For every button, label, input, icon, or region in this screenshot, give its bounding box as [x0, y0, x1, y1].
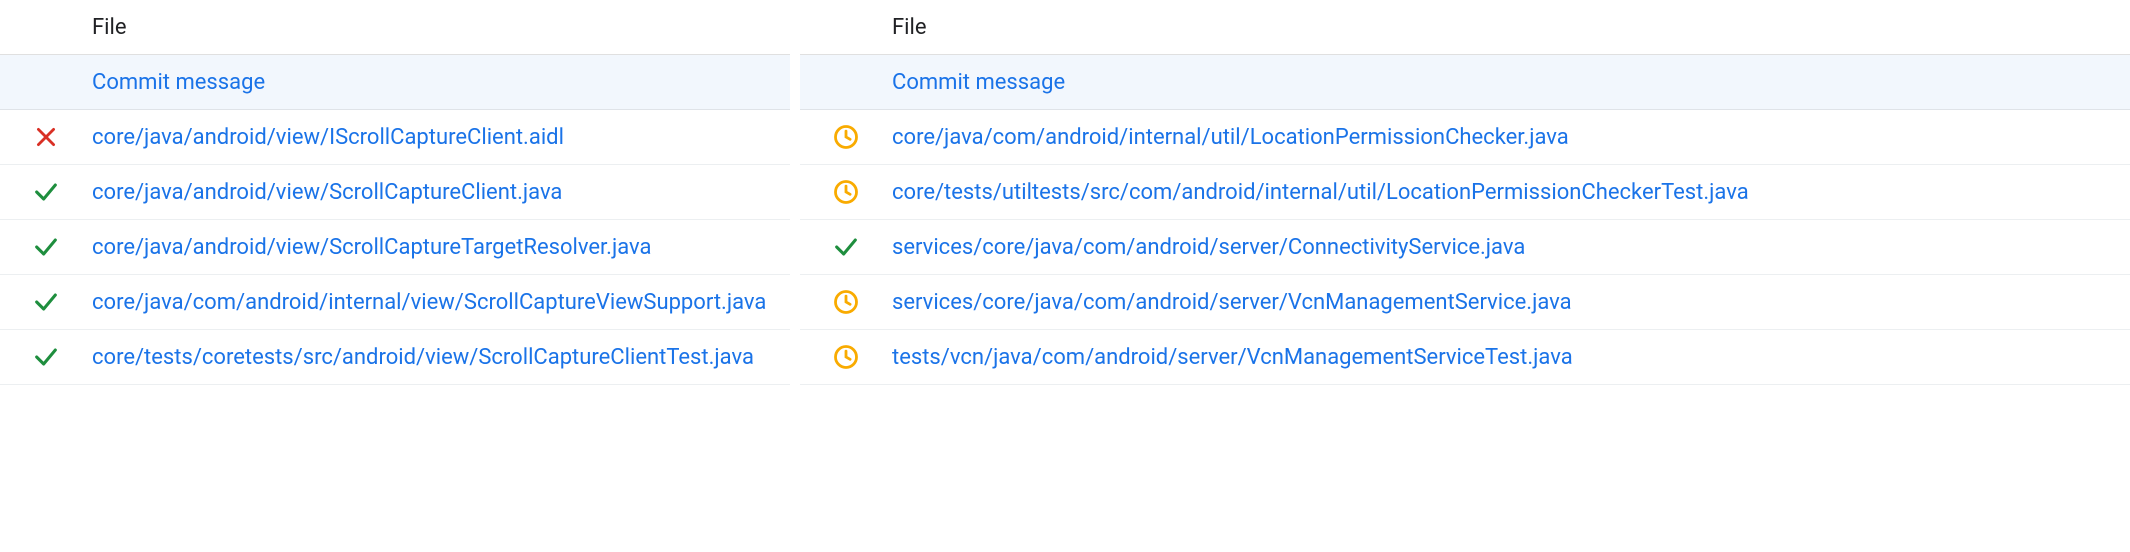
commit-message-row[interactable]: Commit message	[800, 55, 2130, 110]
clock-icon	[832, 288, 860, 316]
file-path-link[interactable]: core/java/android/view/ScrollCaptureTarg…	[92, 235, 784, 260]
check-icon	[32, 288, 60, 316]
status-cell	[800, 343, 892, 371]
file-path-link[interactable]: core/java/com/android/internal/view/Scro…	[92, 290, 784, 315]
commit-message-link[interactable]: Commit message	[92, 70, 784, 95]
table-header-row: File	[800, 0, 2130, 55]
commit-message-row[interactable]: Commit message	[0, 55, 790, 110]
status-cell	[800, 123, 892, 151]
file-path-link[interactable]: core/java/android/view/ScrollCaptureClie…	[92, 180, 784, 205]
status-cell	[0, 124, 92, 150]
file-row[interactable]: core/tests/utiltests/src/com/android/int…	[800, 165, 2130, 220]
file-path-link[interactable]: tests/vcn/java/com/android/server/VcnMan…	[892, 345, 2124, 370]
status-cell	[0, 178, 92, 206]
file-row[interactable]: core/java/android/view/IScrollCaptureCli…	[0, 110, 790, 165]
panel-gutter	[790, 0, 800, 552]
status-cell	[0, 233, 92, 261]
file-path-link[interactable]: core/java/com/android/internal/util/Loca…	[892, 125, 2124, 150]
check-icon	[832, 233, 860, 261]
file-row[interactable]: core/java/com/android/internal/util/Loca…	[800, 110, 2130, 165]
file-panel-right: File Commit message core/java/com/androi…	[800, 0, 2130, 552]
file-row[interactable]: services/core/java/com/android/server/Co…	[800, 220, 2130, 275]
file-path-link[interactable]: services/core/java/com/android/server/Co…	[892, 235, 2124, 260]
commit-message-link[interactable]: Commit message	[892, 70, 2124, 95]
clock-icon	[832, 178, 860, 206]
status-cell	[800, 288, 892, 316]
file-row[interactable]: core/java/android/view/ScrollCaptureTarg…	[0, 220, 790, 275]
file-path-link[interactable]: services/core/java/com/android/server/Vc…	[892, 290, 2124, 315]
table-header-row: File	[0, 0, 790, 55]
status-cell	[0, 288, 92, 316]
file-path-link[interactable]: core/tests/utiltests/src/com/android/int…	[892, 180, 2124, 205]
file-row[interactable]: core/tests/coretests/src/android/view/Sc…	[0, 330, 790, 385]
check-icon	[32, 178, 60, 206]
status-cell	[800, 233, 892, 261]
status-cell	[800, 178, 892, 206]
check-icon	[32, 343, 60, 371]
file-panel-left: File Commit message core/java/android/vi…	[0, 0, 790, 552]
clock-icon	[832, 343, 860, 371]
cross-icon	[33, 124, 59, 150]
status-cell	[0, 343, 92, 371]
file-path-link[interactable]: core/tests/coretests/src/android/view/Sc…	[92, 345, 784, 370]
file-path-link[interactable]: core/java/android/view/IScrollCaptureCli…	[92, 125, 784, 150]
clock-icon	[832, 123, 860, 151]
file-row[interactable]: core/java/com/android/internal/view/Scro…	[0, 275, 790, 330]
file-row[interactable]: tests/vcn/java/com/android/server/VcnMan…	[800, 330, 2130, 385]
file-row[interactable]: core/java/android/view/ScrollCaptureClie…	[0, 165, 790, 220]
file-column-header: File	[92, 15, 784, 40]
check-icon	[32, 233, 60, 261]
file-row[interactable]: services/core/java/com/android/server/Vc…	[800, 275, 2130, 330]
file-column-header: File	[892, 15, 2124, 40]
